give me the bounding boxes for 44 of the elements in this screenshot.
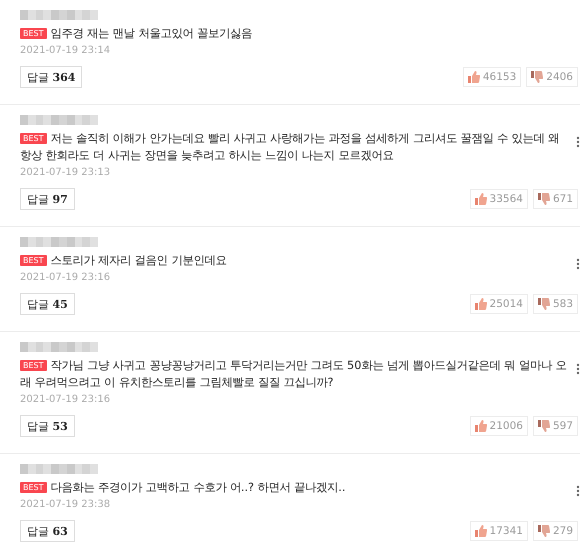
- reply-button[interactable]: 답글 63: [20, 520, 75, 542]
- dislike-button[interactable]: 583: [532, 294, 578, 314]
- more-icon[interactable]: [576, 485, 580, 497]
- comment-date: 2021-07-19 23:38: [20, 498, 112, 511]
- more-icon[interactable]: [576, 136, 580, 148]
- like-button[interactable]: 46153: [462, 67, 522, 87]
- comment-date: 2021-07-19 23:16: [20, 393, 112, 406]
- dislike-button[interactable]: 2406: [526, 67, 578, 87]
- like-button[interactable]: 25014: [470, 294, 528, 314]
- best-badge: BEST: [20, 360, 47, 371]
- comment-date: 2021-07-19 23:13: [20, 166, 112, 179]
- best-badge: BEST: [20, 255, 47, 266]
- dislike-button[interactable]: 597: [532, 416, 578, 436]
- thumbs-up-icon: [468, 71, 480, 83]
- best-badge: BEST: [20, 28, 47, 39]
- reply-button[interactable]: 답글 45: [20, 293, 75, 315]
- comment-text: BEST 작가님 그냥 사귀고 꽁냥꽁냥거리고 투닥거리는거만 그려도 50화는 넘게 뽑아드실거같은데 뭐 얼마나 오래 우려먹으려고 이 유치한스토리를 그림체빨로 질질 끄십니까?: [20, 358, 568, 391]
- thumbs-down-icon: [538, 298, 550, 310]
- thumbs-up-icon: [474, 193, 487, 205]
- thumbs-up-icon: [474, 298, 487, 310]
- reply-button[interactable]: 답글 364: [20, 66, 82, 88]
- comment-text: BEST 스토리가 제자리 걸음인 기분인데요: [20, 252, 568, 269]
- dislike-button[interactable]: 279: [532, 521, 578, 541]
- thumbs-down-icon: [538, 525, 550, 537]
- thumbs-down-icon: [531, 71, 544, 83]
- comment-date: 2021-07-19 23:14: [20, 44, 112, 57]
- thumbs-down-icon: [538, 193, 550, 205]
- more-icon[interactable]: [576, 363, 580, 375]
- thumbs-up-icon: [474, 420, 487, 432]
- more-icon[interactable]: [576, 258, 580, 270]
- comment-text: BEST 다음화는 주경이가 고백하고 수호가 어..? 하면서 끝나겠지..: [20, 479, 568, 496]
- best-badge: BEST: [20, 482, 47, 493]
- reply-button[interactable]: 답글 53: [20, 415, 75, 437]
- best-badge: BEST: [20, 133, 47, 144]
- like-button[interactable]: 17341: [470, 521, 528, 541]
- comment-text: BEST 임주경 재는 맨날 처울고있어 꼴보기싫음: [20, 25, 568, 42]
- like-button[interactable]: 21006: [470, 416, 528, 436]
- dislike-button[interactable]: 671: [532, 189, 578, 209]
- comment-date: 2021-07-19 23:16: [20, 271, 112, 284]
- comment-text: BEST 저는 솔직히 이해가 안가는데요 빨리 사귀고 사랑해가는 과정을 섬세하게 그리셔도 꿀잼일 수 있는데 왜 항상 한회라도 더 사귀는 장면을 늦추려고 하시는 느낌이 나는지 모르겠어요: [20, 131, 560, 164]
- thumbs-up-icon: [474, 525, 487, 537]
- like-button[interactable]: 33564: [470, 189, 528, 209]
- thumbs-down-icon: [538, 420, 550, 432]
- reply-button[interactable]: 답글 97: [20, 188, 75, 210]
